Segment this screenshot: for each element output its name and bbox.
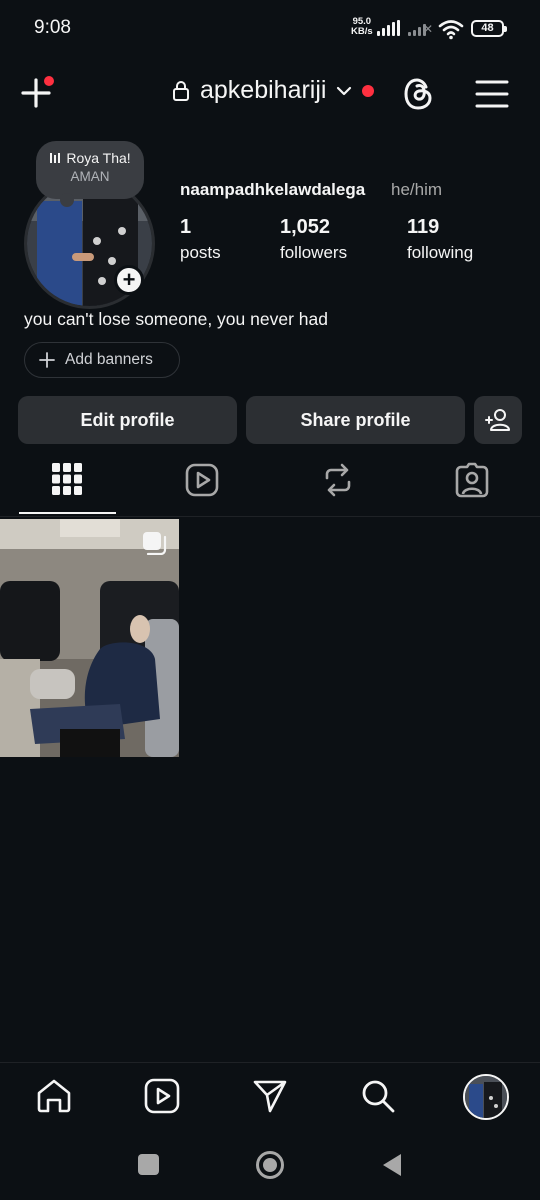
- carousel-icon: [143, 532, 167, 555]
- battery-icon: 48: [471, 20, 507, 37]
- post-thumbnail[interactable]: [0, 519, 179, 757]
- profile-nav-photo: [465, 1076, 507, 1118]
- threads-icon[interactable]: [402, 76, 436, 112]
- note-bubble[interactable]: Roya Tha! AMAN: [36, 141, 144, 207]
- signal-icon: [377, 20, 400, 36]
- following-label[interactable]: following: [407, 243, 473, 263]
- direct-messages-icon[interactable]: [252, 1078, 288, 1114]
- edit-profile-button[interactable]: Edit profile: [18, 396, 237, 444]
- music-bars-icon: [50, 153, 61, 163]
- posts-count: 1: [180, 216, 192, 238]
- tab-reposts[interactable]: [322, 463, 354, 497]
- share-profile-button[interactable]: Share profile: [246, 396, 465, 444]
- account-switcher[interactable]: apkebihariji: [172, 76, 375, 105]
- note-title: Roya Tha!: [66, 150, 131, 166]
- chevron-down-icon: [337, 86, 352, 95]
- notification-dot: [362, 84, 375, 97]
- add-story-button[interactable]: +: [114, 265, 144, 295]
- add-banners-button[interactable]: Add banners: [24, 342, 180, 378]
- followers-label[interactable]: followers: [280, 243, 347, 263]
- wifi-icon: [438, 20, 464, 40]
- status-time: 9:08: [34, 17, 71, 38]
- nav-divider: [0, 1062, 540, 1063]
- header-username: apkebihariji: [200, 76, 327, 104]
- note-subtitle: AMAN: [70, 169, 110, 184]
- posts-label: posts: [180, 243, 221, 262]
- plus-icon: [39, 352, 55, 368]
- tab-reels[interactable]: [185, 463, 219, 497]
- add-person-icon: [485, 409, 510, 431]
- no-signal-icon: ✕: [423, 22, 434, 36]
- following-count[interactable]: 119: [407, 216, 439, 239]
- tab-divider: [0, 516, 540, 517]
- reels-nav-icon[interactable]: [144, 1078, 180, 1114]
- discover-people-button[interactable]: [474, 396, 522, 444]
- tab-grid[interactable]: [52, 463, 82, 495]
- create-plus-icon[interactable]: [18, 74, 58, 114]
- menu-icon[interactable]: [474, 78, 510, 110]
- network-speed-unit: KB/s: [351, 26, 373, 37]
- lock-icon: [173, 80, 189, 101]
- network-speed: 95.0 KB/s: [351, 17, 373, 37]
- back-button[interactable]: [380, 1152, 404, 1178]
- tab-tagged[interactable]: [455, 462, 489, 498]
- home-icon[interactable]: [36, 1078, 72, 1114]
- followers-count[interactable]: 1,052: [280, 216, 330, 239]
- profile-name: naampadhkelawdalega: [180, 180, 366, 199]
- profile-bio: you can't lose someone, you never had: [24, 309, 328, 329]
- profile-nav-avatar[interactable]: [463, 1074, 509, 1120]
- profile-pronouns: he/him: [391, 180, 443, 199]
- add-banners-label: Add banners: [65, 351, 153, 368]
- home-system-button[interactable]: [255, 1150, 285, 1180]
- active-tab-indicator: [19, 512, 116, 514]
- search-icon[interactable]: [360, 1078, 396, 1114]
- recents-button[interactable]: [138, 1154, 159, 1175]
